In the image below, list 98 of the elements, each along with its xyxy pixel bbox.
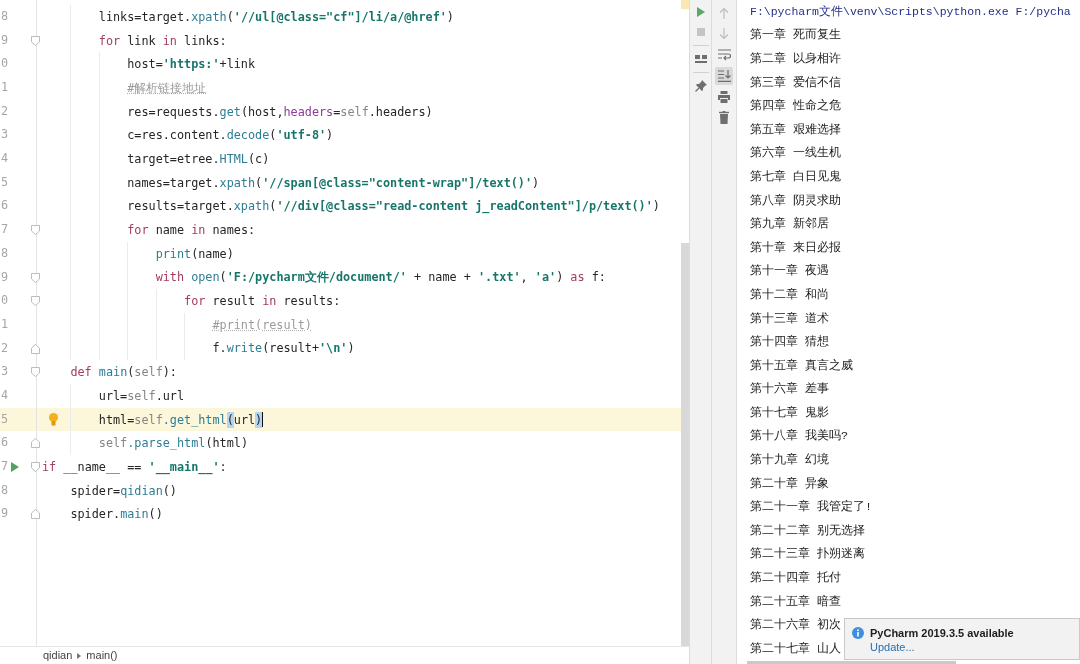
code-line: url=self.url bbox=[98, 387, 185, 404]
fold-marker-icon[interactable] bbox=[31, 272, 40, 283]
console-output-line: 第二章 以身相许 bbox=[750, 52, 842, 66]
code-line: for name in names: bbox=[127, 222, 256, 239]
console-output-line: 第二十五章 暗查 bbox=[750, 594, 842, 609]
code-line: names=target.xpath('//span[@class="content-wrap"]/text()') bbox=[127, 174, 540, 191]
code-line: res=requests.get(host,headers=self.headers) bbox=[127, 103, 433, 120]
console-output-line: 第九章 新邻居 bbox=[750, 217, 830, 232]
line-number: 2 bbox=[0, 342, 10, 355]
line-number: 7 bbox=[0, 224, 10, 236]
line-number: 2 bbox=[0, 105, 10, 118]
line-number: 3 bbox=[0, 366, 10, 379]
code-line: html=self.get_html(url) bbox=[98, 411, 263, 428]
console-output-line: 第十三章 道术 bbox=[750, 311, 830, 326]
console-output-line: 第二十一章 我管定了! bbox=[750, 500, 873, 515]
console-output-line: 第十一章 夜遇 bbox=[750, 264, 830, 279]
line-number: 6 bbox=[0, 437, 10, 450]
code-line: for link in links: bbox=[98, 32, 227, 49]
console-output-line: 第十四章 猜想 bbox=[750, 335, 830, 350]
line-number: 8 bbox=[0, 10, 10, 23]
line-number: 5 bbox=[0, 176, 10, 189]
console-output-line: 第四章 性命之危 bbox=[750, 99, 842, 114]
console-output-line: 第三章 爱信不信 bbox=[750, 75, 842, 90]
code-line: spider=qidian() bbox=[70, 482, 177, 499]
line-number: 4 bbox=[0, 389, 10, 402]
trash-icon[interactable] bbox=[719, 111, 729, 124]
fold-marker-icon[interactable] bbox=[31, 296, 40, 307]
fold-marker-icon[interactable] bbox=[31, 367, 40, 378]
error-stripe-mark bbox=[681, 0, 689, 9]
console-output-line: 第二十章 异象 bbox=[750, 476, 830, 491]
code-line: self.parse_html(html) bbox=[98, 435, 248, 452]
console-output-line: 第六章 一线生机 bbox=[750, 146, 842, 161]
console-output-line: 第十九章 幻境 bbox=[750, 453, 830, 468]
code-line: c=res.content.decode('utf-8') bbox=[127, 127, 334, 144]
console-output-line: 第一章 死而复生 bbox=[750, 28, 842, 43]
pin-icon[interactable] bbox=[694, 80, 707, 92]
scrollbar-thumb[interactable] bbox=[681, 243, 689, 646]
line-number: 4 bbox=[0, 153, 10, 165]
console-output-line: 第十章 来日必报 bbox=[750, 240, 842, 255]
code-line: for result in results: bbox=[184, 293, 341, 310]
console-output-line: 第十五章 真言之威 bbox=[750, 358, 854, 373]
update-link[interactable]: Update... bbox=[870, 640, 915, 654]
console-output-line: 第七章 白日见鬼 bbox=[750, 169, 842, 184]
notification-title: PyCharm 2019.3.5 available bbox=[870, 626, 1014, 640]
console-output-line: 第十二章 和尚 bbox=[750, 287, 830, 302]
code-line: if __name__ == '__main__': bbox=[42, 458, 227, 475]
code-line: print(name) bbox=[155, 245, 234, 262]
line-number: 9 bbox=[0, 271, 10, 284]
console-output-line: 第八章 阴灵求助 bbox=[750, 193, 842, 208]
line-number: 0 bbox=[0, 58, 10, 71]
console-output-line: 第二十二章 别无选择 bbox=[750, 523, 866, 538]
caret-right-icon bbox=[77, 652, 82, 659]
line-number: 8 bbox=[0, 484, 10, 497]
code-line: with open('F:/pycharm文件/document/' + name + '.txt', 'a') as f: bbox=[155, 269, 606, 286]
console-output-line: 第二十四章 托付 bbox=[750, 571, 842, 586]
layout-icon[interactable] bbox=[694, 55, 707, 63]
line-number: 6 bbox=[0, 200, 10, 213]
line-number: 9 bbox=[0, 34, 10, 47]
console-output-line: 第二十三章 扑朔迷离 bbox=[750, 547, 866, 562]
breadcrumb-item[interactable]: qidian bbox=[43, 647, 73, 664]
console-command: F:\pycharm文件\venv\Scripts\python.exe F:/pycha bbox=[750, 4, 1071, 19]
fold-marker-icon[interactable] bbox=[31, 225, 40, 236]
fold-marker-icon[interactable] bbox=[31, 438, 40, 449]
play-icon[interactable] bbox=[696, 7, 705, 17]
lightbulb-icon[interactable] bbox=[49, 413, 58, 427]
console-output-line: 第二十六章 初次 bbox=[750, 618, 842, 633]
code-line: #print(result) bbox=[212, 316, 312, 333]
line-number: 1 bbox=[0, 82, 10, 94]
console-output-line: 第二十七章 山人 bbox=[750, 641, 842, 656]
code-line: links=target.xpath('//ul[@class="cf"]/li/a/@href') bbox=[98, 8, 454, 25]
code-line: #解析链接地址 bbox=[127, 79, 207, 96]
code-line: def main(self): bbox=[70, 364, 177, 381]
fold-marker-icon[interactable] bbox=[31, 462, 40, 473]
horizontal-scrollbar-thumb[interactable] bbox=[747, 661, 956, 664]
fold-marker-icon[interactable] bbox=[31, 35, 40, 46]
line-number: 3 bbox=[0, 129, 10, 142]
wrap-lines-icon[interactable] bbox=[717, 48, 731, 61]
code-line: target=etree.HTML(c) bbox=[127, 150, 270, 167]
printer-icon[interactable] bbox=[718, 90, 730, 103]
line-number: 9 bbox=[0, 508, 10, 521]
fold-marker-icon[interactable] bbox=[31, 509, 40, 520]
breadcrumb-item[interactable]: main() bbox=[86, 647, 118, 664]
code-line: spider.main() bbox=[70, 506, 163, 523]
code-line: f.write(result+'\n') bbox=[212, 340, 355, 357]
line-number: 0 bbox=[0, 295, 10, 307]
console-output-line: 第十八章 我美吗? bbox=[750, 429, 849, 444]
play-icon[interactable] bbox=[11, 461, 19, 472]
code-line: host='https:'+link bbox=[127, 56, 256, 73]
line-number: 5 bbox=[0, 413, 10, 426]
console-output-line: 第十六章 差事 bbox=[750, 382, 830, 397]
console-output-line: 第十七章 鬼影 bbox=[750, 405, 830, 420]
line-number: 1 bbox=[0, 318, 10, 331]
info-icon bbox=[852, 627, 864, 639]
line-number: 8 bbox=[0, 247, 10, 260]
console-output-line: 第五章 艰难选择 bbox=[750, 122, 842, 137]
fold-marker-icon[interactable] bbox=[31, 343, 40, 354]
line-number: 7 bbox=[0, 461, 10, 473]
code-line: results=target.xpath('//div[@class="read-content j_readContent"]/p/text()') bbox=[127, 198, 660, 215]
